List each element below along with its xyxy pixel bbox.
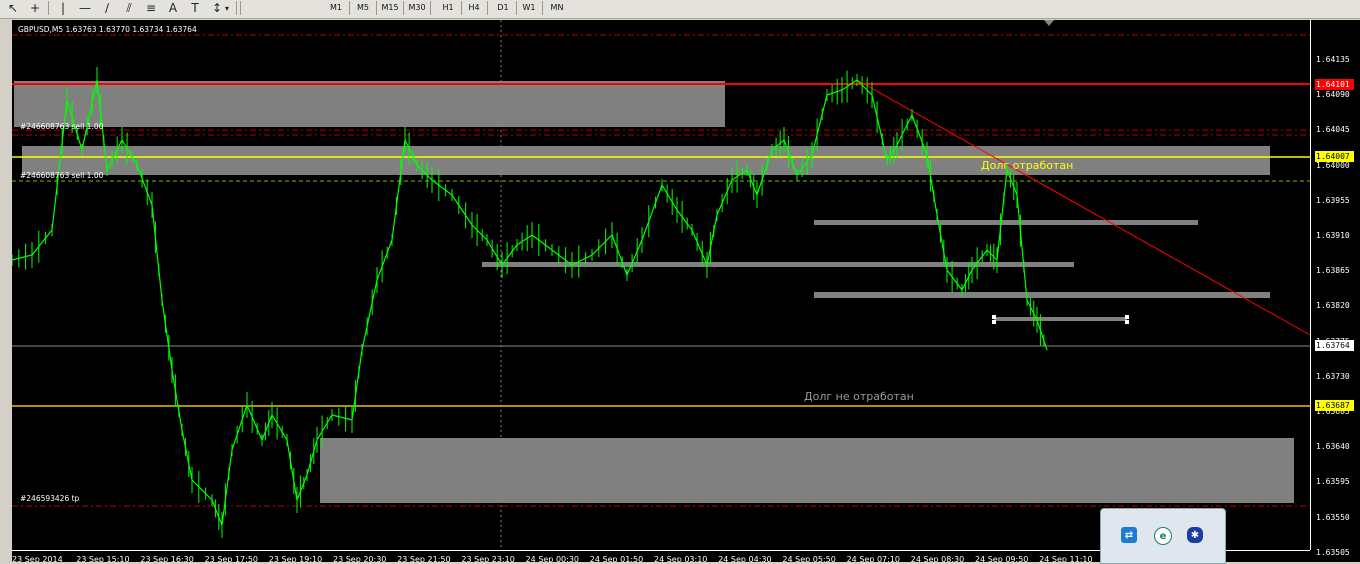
price-axis-label: 1.63910 [1316,231,1350,240]
price-axis-label: 1.63730 [1316,371,1350,381]
crosshair-icon[interactable]: + [24,0,46,16]
time-axis-label: 24 Sep 01:50 [589,555,644,562]
time-axis-label: 24 Sep 04:30 [718,555,772,562]
timeframe-button-m15[interactable]: M15 [378,1,402,15]
toolbar: ↖ + | — ∕ ⫽ ≡ A T ↕ ▾ M1 M5 M15 M30 H1 H4 D1 W1… [0,0,1360,19]
annotation-debt-not-worked: Долг не отработан [804,390,914,403]
price-axis-label: 1.63640 [1316,442,1350,452]
chart-canvas [12,20,1311,551]
price-axis-label: 1.63595 [1316,477,1350,487]
timeframe-button-mn[interactable]: MN [545,1,569,15]
timeframe-button-h4[interactable]: H4 [462,1,486,15]
shift-marker [1044,20,1054,26]
annotation-debt-worked: Долг отработан [981,159,1074,172]
text-icon[interactable]: A [162,0,184,16]
timeframe-button-h1[interactable]: H1 [436,1,460,15]
timeframe-button-d1[interactable]: D1 [491,1,515,15]
left-panel-edge [0,19,12,562]
supply-zone-top [14,81,725,127]
browser-icon[interactable]: e [1154,527,1172,545]
anchor-handle [1125,315,1129,319]
bluetooth-icon[interactable]: ✱ [1187,527,1203,543]
time-axis-label: 23 Sep 23:10 [461,555,515,562]
anchor-handle [992,315,996,319]
price-tag-red: 1.64101 [1315,79,1354,90]
time-axis-label: 24 Sep 09:50 [975,555,1029,562]
price-axis-label: 1.63820 [1316,301,1350,311]
chevron-down-icon[interactable]: ▾ [222,0,232,16]
symbol-info: GBPUSD,M5 1.63763 1.63770 1.63734 1.6376… [18,25,197,34]
label-icon[interactable]: T [184,0,206,16]
vertical-line-icon[interactable]: | [52,0,74,16]
price-axis-label: 1.64090 [1316,90,1350,100]
teamviewer-icon[interactable]: ⇄ [1121,527,1137,543]
trendline-icon[interactable]: ∕ [96,0,118,16]
price-axis-label: 1.63550 [1316,512,1350,522]
time-axis-label: 23 Sep 20:30 [333,555,387,562]
channel-icon[interactable]: ⫽ [118,0,140,16]
time-axis-label: 23 Sep 15:10 [76,555,130,562]
time-axis-label: 23 Sep 17:50 [204,555,258,562]
demand-zone-bottom [320,438,1294,503]
timeframe-button-w1[interactable]: W1 [517,1,541,15]
system-tray-popup: ⇄ e ✱ [1100,508,1226,564]
time-axis-label: 23 Sep 19:10 [268,555,323,562]
time-axis-label: 24 Sep 03:10 [654,555,708,562]
time-axis-label: 24 Sep 11:10 [1039,555,1093,562]
supply-zone-middle [22,146,1270,175]
gray-level-3 [814,292,1270,298]
gray-level-4 [994,317,1127,321]
price-tag-current: 1.63764 [1315,340,1354,351]
time-axis-label: 24 Sep 07:10 [846,555,900,562]
price-axis-label: 1.64045 [1316,125,1350,135]
time-axis-label: 23 Sep 16:30 [140,555,194,562]
price-axis-label: 1.63955 [1316,195,1350,205]
anchor-handle [992,320,996,324]
time-axis-label: 24 Sep 08:30 [910,555,965,562]
time-axis-label: 23 Sep 2014 [12,555,63,562]
timeframe-button-m1[interactable]: M1 [324,1,348,15]
price-chart[interactable]: GBPUSD,M5 1.63763 1.63770 1.63734 1.6376… [12,20,1360,562]
gray-level-2 [814,220,1198,225]
price-axis-label: 1.63505 [1316,547,1350,557]
fibonacci-icon[interactable]: ≡ [140,0,162,16]
horizontal-line-icon[interactable]: — [74,0,96,16]
order-label-sell-1: #246608763 sell 1.00 [20,122,104,131]
price-tag-yellow-bottom: 1.63687 [1315,400,1354,411]
price-tag-yellow-top: 1.64007 [1315,151,1354,162]
price-axis-label: 1.63865 [1316,266,1350,276]
order-label-sell-2: #246608763 sell 1.00 [20,171,104,180]
order-label-tp: #246593426 tp [20,494,80,503]
cursor-icon[interactable]: ↖ [2,0,24,16]
timeframe-button-m30[interactable]: M30 [405,1,429,15]
anchor-handle [1125,320,1129,324]
time-axis-label: 23 Sep 21:50 [397,555,451,562]
time-axis-label: 24 Sep 05:50 [782,555,836,562]
time-axis-label: 24 Sep 00:30 [525,555,579,562]
timeframe-button-m5[interactable]: M5 [351,1,375,15]
price-axis-label: 1.64135 [1316,55,1350,64]
